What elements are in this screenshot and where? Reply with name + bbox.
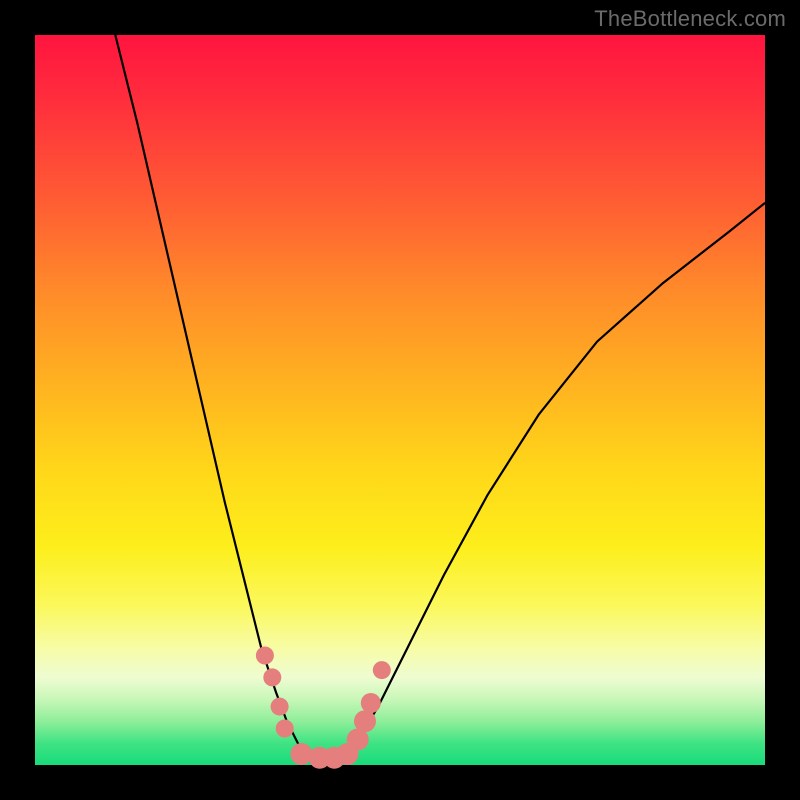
highlight-dot bbox=[354, 710, 376, 732]
highlight-dot bbox=[256, 647, 274, 665]
highlight-dot bbox=[263, 668, 281, 686]
chart-svg bbox=[35, 35, 765, 765]
highlight-dot bbox=[373, 661, 391, 679]
curve-layer bbox=[115, 35, 765, 758]
left-curve bbox=[115, 35, 308, 758]
marker-layer bbox=[256, 647, 391, 769]
highlight-dot bbox=[361, 693, 381, 713]
right-curve bbox=[342, 203, 765, 758]
highlight-dot bbox=[271, 698, 289, 716]
highlight-dot bbox=[290, 743, 312, 765]
highlight-dot bbox=[276, 720, 294, 738]
chart-frame: TheBottleneck.com bbox=[0, 0, 800, 800]
watermark-text: TheBottleneck.com bbox=[594, 6, 786, 32]
